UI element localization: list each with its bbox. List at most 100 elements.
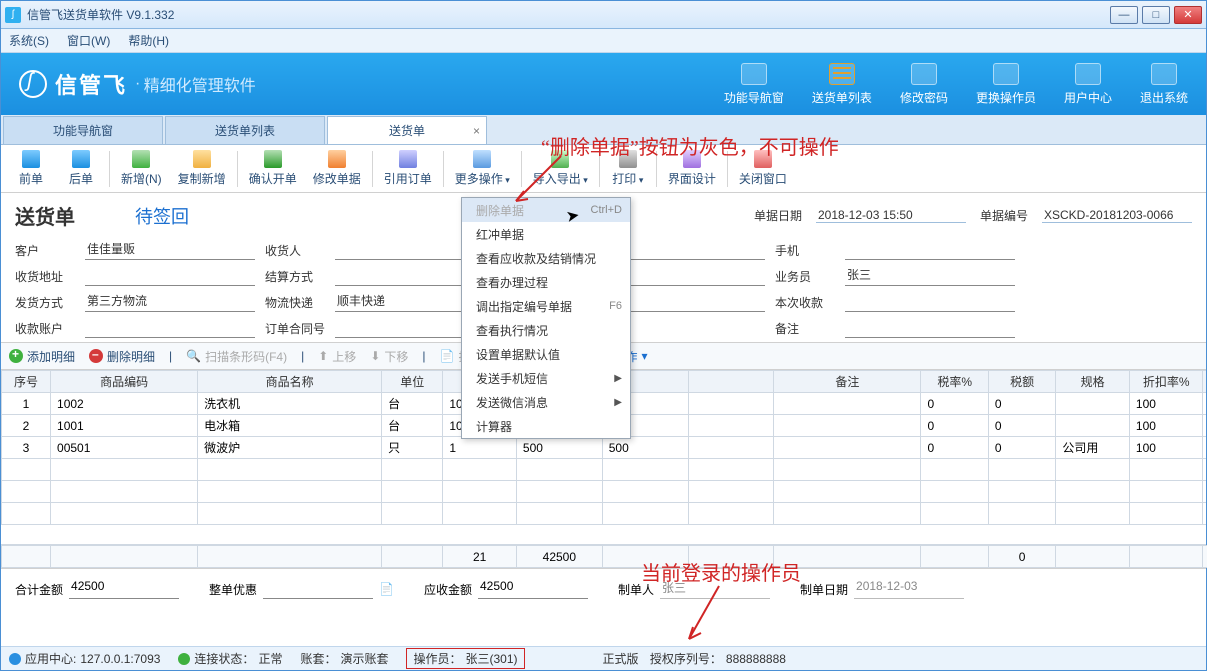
reference-order-button[interactable]: 引用订单 bbox=[377, 147, 439, 191]
delete-line-button[interactable]: 删除明细 bbox=[89, 348, 155, 365]
swap-icon bbox=[993, 63, 1019, 85]
link-icon bbox=[399, 150, 417, 168]
this-pay-field[interactable] bbox=[845, 292, 1015, 312]
tab-nav[interactable]: 功能导航窗 bbox=[3, 116, 163, 144]
tab-delivery[interactable]: 送货单× bbox=[327, 116, 487, 144]
address-field[interactable] bbox=[85, 266, 255, 286]
doc-no-field[interactable]: XSCKD-20181203-0066 bbox=[1042, 208, 1192, 223]
list-icon bbox=[829, 63, 855, 85]
menu-help[interactable]: 帮助(H) bbox=[128, 32, 169, 49]
version-label: 正式版 bbox=[603, 650, 639, 667]
confirm-button[interactable]: 确认开单 bbox=[242, 147, 304, 191]
maximize-button[interactable]: □ bbox=[1142, 6, 1170, 24]
menu-item-calc[interactable]: 计算器 bbox=[462, 414, 630, 438]
annotation-arrow-bottom-icon bbox=[679, 581, 739, 646]
remark-field[interactable] bbox=[845, 318, 1015, 338]
check-icon bbox=[264, 150, 282, 168]
mobile-field[interactable] bbox=[845, 240, 1015, 260]
table-row[interactable] bbox=[2, 459, 1207, 481]
operator-value: 张三(301) bbox=[466, 650, 518, 667]
quick-nav[interactable]: 功能导航窗 bbox=[724, 63, 784, 106]
arrow-left-icon bbox=[22, 150, 40, 168]
table-row[interactable]: 300501微波炉只150050000公司用100000 bbox=[2, 437, 1207, 459]
tab-list[interactable]: 送货单列表 bbox=[165, 116, 325, 144]
brand-icon bbox=[19, 70, 47, 98]
ship-method-field[interactable]: 第三方物流 bbox=[85, 292, 255, 312]
tab-close-icon[interactable]: × bbox=[473, 124, 480, 138]
scan-barcode-button[interactable]: 🔍 扫描条形码(F4) bbox=[186, 348, 287, 365]
operator-box: 操作员：张三(301) bbox=[406, 648, 524, 669]
globe-icon bbox=[1075, 63, 1101, 85]
window-close-button[interactable]: ✕ bbox=[1174, 6, 1202, 24]
quick-list[interactable]: 送货单列表 bbox=[812, 63, 872, 106]
doc-status: 待签回 bbox=[135, 203, 189, 229]
col-header[interactable]: 备注 bbox=[774, 371, 921, 393]
plus-icon bbox=[132, 150, 150, 168]
whole-discount-field[interactable] bbox=[263, 579, 373, 599]
total-amount-field[interactable]: 42500 bbox=[69, 579, 179, 599]
menu-item-red[interactable]: 红冲单据 bbox=[462, 222, 630, 246]
col-header[interactable]: 税额 bbox=[988, 371, 1055, 393]
menu-item-def[interactable]: 设置单据默认值 bbox=[462, 342, 630, 366]
annotation-top: “删除单据”按钮为灰色，不可操作 bbox=[541, 131, 839, 160]
col-header[interactable]: 折扣率% bbox=[1129, 371, 1203, 393]
col-header[interactable] bbox=[688, 371, 774, 393]
power-icon bbox=[1151, 63, 1177, 85]
quick-switch-user[interactable]: 更换操作员 bbox=[976, 63, 1036, 106]
table-row[interactable] bbox=[2, 503, 1207, 525]
menu-item-exec[interactable]: 查看执行情况 bbox=[462, 318, 630, 342]
book-value: 演示账套 bbox=[340, 650, 388, 667]
menu-windows[interactable]: 窗口(W) bbox=[67, 32, 110, 49]
sales-field[interactable]: 张三 bbox=[845, 266, 1015, 286]
doc-no-label: 单据编号 bbox=[980, 207, 1028, 224]
move-up-button[interactable]: ⬆ 上移 bbox=[318, 348, 356, 365]
account-field[interactable] bbox=[85, 318, 255, 338]
window-title: 信管飞送货单软件 V9.1.332 bbox=[27, 6, 174, 23]
plus-circle-icon bbox=[9, 349, 23, 363]
quick-exit[interactable]: 退出系统 bbox=[1140, 63, 1188, 106]
quick-user-center[interactable]: 用户中心 bbox=[1064, 63, 1112, 106]
col-header[interactable]: 商品名称 bbox=[198, 371, 382, 393]
monitor-icon bbox=[741, 63, 767, 85]
menu-item-proc[interactable]: 查看办理过程 bbox=[462, 270, 630, 294]
menu-item-sms[interactable]: 发送手机短信▶ bbox=[462, 366, 630, 390]
menu-item-wx[interactable]: 发送微信消息▶ bbox=[462, 390, 630, 414]
edit-button[interactable]: 修改单据 bbox=[306, 147, 368, 191]
move-down-button[interactable]: ⬇ 下移 bbox=[370, 348, 408, 365]
quick-password[interactable]: 修改密码 bbox=[900, 63, 948, 106]
col-header[interactable]: 商品编码 bbox=[51, 371, 198, 393]
title-bar: ʃ 信管飞送货单软件 V9.1.332 — □ ✕ bbox=[1, 1, 1206, 29]
copy-new-button[interactable]: 复制新增 bbox=[171, 147, 233, 191]
footer-summary: 合计金额42500 整单优惠📄 应收金额42500 制单人张三 制单日期2018… bbox=[1, 568, 1206, 609]
prev-doc-button[interactable]: 前单 bbox=[7, 147, 55, 191]
menu-system[interactable]: 系统(S) bbox=[9, 32, 49, 49]
menu-item-ar[interactable]: 查看应收款及结销情况 bbox=[462, 246, 630, 270]
brand-subtitle: 精细化管理软件 bbox=[144, 72, 256, 96]
discount-toggle-icon[interactable]: 📄 bbox=[379, 582, 394, 596]
table-row[interactable] bbox=[2, 481, 1207, 503]
col-header[interactable]: 规格 bbox=[1056, 371, 1130, 393]
col-header[interactable]: 折扣单价 bbox=[1203, 371, 1206, 393]
app-banner: 信管飞 · 精细化管理软件 功能导航窗 送货单列表 修改密码 更换操作员 用户中… bbox=[1, 53, 1206, 115]
connection-ok-icon bbox=[178, 653, 190, 665]
menu-bar: 系统(S) 窗口(W) 帮助(H) bbox=[1, 29, 1206, 53]
new-button[interactable]: 新增(N) bbox=[114, 147, 169, 191]
col-header[interactable]: 税率% bbox=[921, 371, 988, 393]
status-bar: 应用中心:127.0.0.1:7093 连接状态：正常 账套：演示账套 操作员：… bbox=[1, 646, 1206, 670]
copy-icon bbox=[193, 150, 211, 168]
menu-item-goto[interactable]: 调出指定编号单据F6 bbox=[462, 294, 630, 318]
col-header[interactable]: 单位 bbox=[382, 371, 443, 393]
add-line-button[interactable]: 添加明细 bbox=[9, 348, 75, 365]
app-center-value: 127.0.0.1:7093 bbox=[80, 652, 160, 666]
col-header[interactable]: 序号 bbox=[2, 371, 51, 393]
minimize-button[interactable]: — bbox=[1110, 6, 1138, 24]
receivable-field[interactable]: 42500 bbox=[478, 579, 588, 599]
doc-title: 送货单 bbox=[15, 201, 75, 230]
annotation-bottom: 当前登录的操作员 bbox=[641, 557, 801, 586]
doc-date-field[interactable]: 2018-12-03 15:50 bbox=[816, 208, 966, 223]
annotation-arrow-top-icon bbox=[506, 151, 566, 211]
next-doc-button[interactable]: 后单 bbox=[57, 147, 105, 191]
customer-field[interactable]: 佳佳量贩 bbox=[85, 240, 255, 260]
brand-name: 信管飞 bbox=[55, 68, 127, 100]
arrow-right-icon bbox=[72, 150, 90, 168]
